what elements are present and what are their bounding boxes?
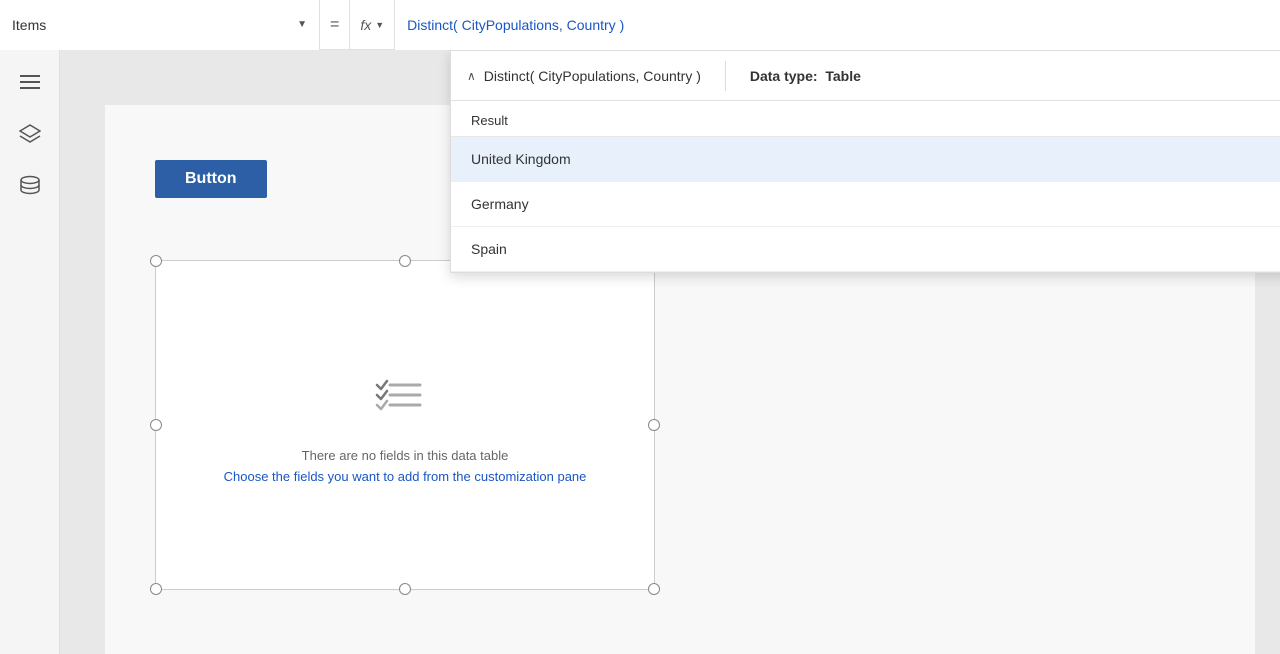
formula-bar[interactable] bbox=[395, 0, 1280, 50]
handle-mid-left[interactable] bbox=[150, 419, 162, 431]
fx-icon: fx bbox=[360, 17, 371, 33]
equals-sign: = bbox=[320, 0, 350, 50]
hamburger-menu-icon[interactable] bbox=[14, 66, 46, 98]
gallery-no-fields-text: There are no fields in this data table bbox=[302, 448, 509, 463]
canvas-area: Button There are no fields in this data … bbox=[60, 50, 1280, 654]
datatype-label: Data type: bbox=[750, 68, 818, 84]
handle-bottom-left[interactable] bbox=[150, 583, 162, 595]
gallery-content: There are no fields in this data table C… bbox=[156, 261, 654, 589]
handle-bottom-right[interactable] bbox=[648, 583, 660, 595]
dropdown-header: ∧ Distinct( CityPopulations, Country ) D… bbox=[451, 51, 1280, 101]
chevron-down-icon: ▼ bbox=[297, 19, 307, 30]
layers-icon[interactable] bbox=[14, 118, 46, 150]
handle-mid-right[interactable] bbox=[648, 419, 660, 431]
handle-top-left[interactable] bbox=[150, 255, 162, 267]
gallery-choose-fields-link[interactable]: Choose the fields you want to add from t… bbox=[224, 469, 587, 484]
dropdown-formula-text: Distinct( CityPopulations, Country ) bbox=[484, 68, 701, 84]
left-sidebar bbox=[0, 50, 60, 654]
dropdown-item-germany[interactable]: Germany bbox=[451, 182, 1280, 227]
handle-top-center[interactable] bbox=[399, 255, 411, 267]
collapse-icon[interactable]: ∧ bbox=[467, 69, 476, 83]
dropdown-item-uk[interactable]: United Kingdom bbox=[451, 137, 1280, 182]
formula-icon-button[interactable]: fx ▼ bbox=[350, 0, 395, 50]
dropdown-result-header: Result bbox=[451, 101, 1280, 137]
button-widget[interactable]: Button bbox=[155, 160, 267, 198]
formula-chevron-icon: ▼ bbox=[375, 20, 384, 30]
items-dropdown[interactable]: Items ▼ bbox=[0, 0, 320, 50]
top-bar: Items ▼ = fx ▼ bbox=[0, 0, 1280, 50]
datatype-value: Table bbox=[825, 68, 861, 84]
database-icon[interactable] bbox=[14, 170, 46, 202]
handle-bottom-center[interactable] bbox=[399, 583, 411, 595]
gallery-widget: There are no fields in this data table C… bbox=[155, 260, 655, 590]
dropdown-item-spain[interactable]: Spain bbox=[451, 227, 1280, 272]
formula-dropdown: ∧ Distinct( CityPopulations, Country ) D… bbox=[450, 50, 1280, 273]
dropdown-datatype: Data type: Table bbox=[750, 68, 861, 84]
items-label: Items bbox=[12, 17, 46, 33]
main-layout: Button There are no fields in this data … bbox=[0, 50, 1280, 654]
checklist-icon bbox=[365, 367, 445, 432]
dropdown-divider bbox=[725, 61, 726, 91]
formula-input[interactable] bbox=[407, 17, 1268, 33]
